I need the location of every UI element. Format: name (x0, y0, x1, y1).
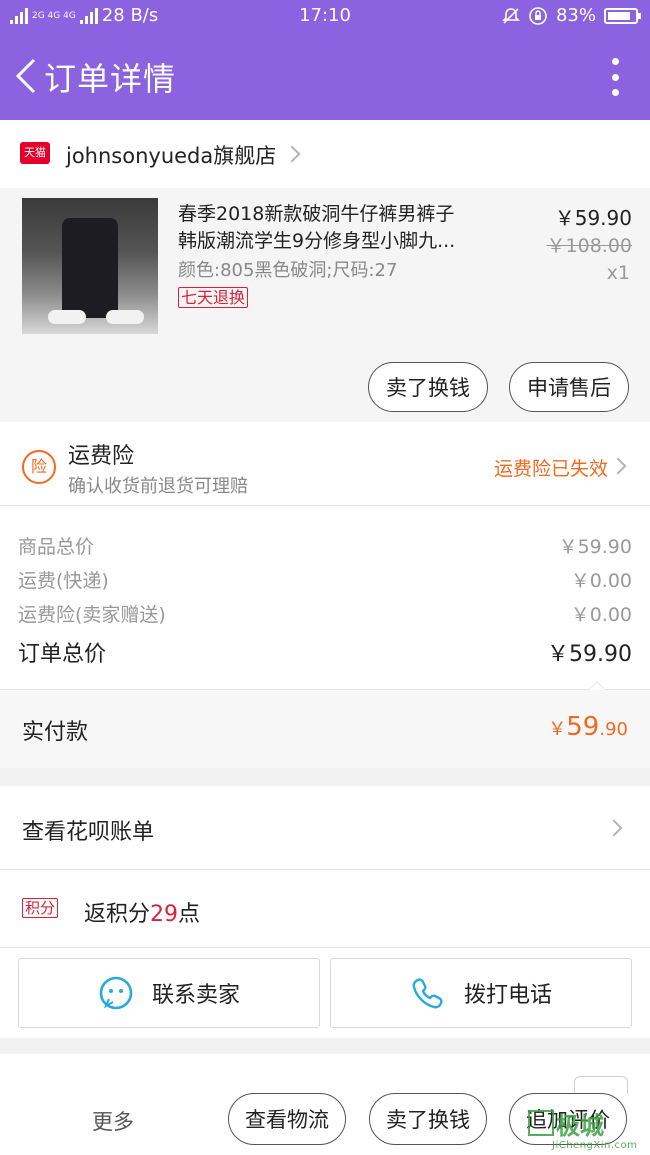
resell-bottom-button[interactable]: 卖了换钱 (369, 1093, 487, 1145)
title-bar: 订单详情 (0, 32, 650, 120)
after-sales-button[interactable]: 申请售后 (509, 362, 629, 412)
product-image[interactable] (22, 198, 158, 334)
product-original-price: ￥108.00 (546, 235, 632, 257)
watermark-logo-icon (528, 1110, 554, 1136)
product-title-line2: 韩版潮流学生9分修身型小脚九... (178, 230, 456, 252)
view-logistics-button[interactable]: 查看物流 (228, 1093, 346, 1145)
order-total-label: 订单总价 (18, 642, 107, 667)
points-tag: 积分 (22, 898, 59, 918)
phone-icon (412, 978, 443, 1009)
paid-amount: ￥59.90 (548, 712, 628, 742)
battery-icon (604, 7, 641, 24)
cost-label: 运费(快递) (18, 570, 109, 592)
back-arrow-icon[interactable] (12, 56, 40, 96)
page-title: 订单详情 (44, 60, 177, 98)
shipping-insurance-row[interactable]: 险 运费险 确认收货前退货可理赔 运费险已失效 (0, 422, 650, 506)
cost-breakdown: 商品总价 ￥59.90 运费(快递) ￥0.00 运费险(卖家赠送) ￥0.00… (0, 506, 650, 701)
product-price: ￥59.90 (554, 206, 632, 230)
more-menu-icon[interactable] (612, 58, 620, 96)
insurance-status: 运费险已失效 (493, 458, 608, 480)
paid-label: 实付款 (22, 720, 89, 745)
seven-day-return-badge: 七天退换 (178, 287, 249, 308)
bottom-action-bar: 更多 查看物流 卖了换钱 追加评价 极城 JiChengXin.com (0, 1054, 650, 1155)
chevron-right-icon (283, 145, 301, 163)
call-phone-label: 拨打电话 (463, 983, 552, 1008)
status-bar: 2G 4G 4G 28 B/s 17:10 83% (0, 0, 650, 32)
site-watermark: 极城 JiChengXin.com (526, 1106, 644, 1154)
cost-value: ￥0.00 (570, 604, 632, 626)
product-quantity: x1 (606, 262, 630, 284)
product-spec: 颜色:805黑色破洞;尺码:27 (178, 260, 398, 281)
product-card[interactable]: 春季2018新款破洞牛仔裤男裤子 韩版潮流学生9分修身型小脚九... 颜色:80… (0, 188, 650, 422)
points-row: 积分 返积分29点 (0, 870, 650, 948)
paid-currency: ￥ (548, 719, 567, 740)
cost-row: 运费险(卖家赠送) ￥0.00 (18, 600, 632, 627)
chevron-right-icon (605, 819, 623, 837)
cost-row: 商品总价 ￥59.90 (18, 532, 632, 559)
insurance-subtitle: 确认收货前退货可理赔 (68, 476, 248, 497)
tmall-logo-icon: 天猫 (20, 142, 50, 164)
chevron-right-icon (609, 457, 627, 475)
paid-amount-row: 实付款 ￥59.90 (0, 690, 650, 768)
huabei-label: 查看花呗账单 (22, 820, 155, 845)
product-title: 春季2018新款破洞牛仔裤男裤子 韩版潮流学生9分修身型小脚九... (178, 201, 498, 255)
points-amount: 29 (150, 902, 179, 927)
points-text: 返积分29点 (84, 896, 200, 928)
contact-seller-button[interactable]: 联系卖家 (18, 958, 320, 1028)
cost-value: ￥59.90 (558, 536, 632, 558)
contact-seller-label: 联系卖家 (151, 983, 240, 1008)
shop-name: johnsonyueda旗舰店 (66, 144, 277, 168)
contact-bar: 联系卖家 拨打电话 (0, 948, 650, 1038)
cost-label: 商品总价 (18, 536, 95, 558)
chat-face-icon (99, 976, 133, 1010)
order-total-value: ￥59.90 (547, 642, 632, 667)
mute-bell-icon (502, 7, 520, 24)
order-total-row: 订单总价 ￥59.90 (18, 636, 632, 668)
paid-integer: 59 (566, 712, 600, 742)
cost-label: 运费险(卖家赠送) (18, 604, 166, 626)
insurance-icon: 险 (22, 450, 56, 484)
more-button[interactable]: 更多 (92, 1106, 134, 1136)
scroll-tab[interactable] (574, 1076, 628, 1094)
call-phone-button[interactable]: 拨打电话 (330, 958, 632, 1028)
watermark-url: JiChengXin.com (552, 1140, 638, 1151)
huabei-bill-row[interactable]: 查看花呗账单 (0, 786, 650, 870)
watermark-brand: 极城 (556, 1112, 604, 1140)
rotation-lock-icon (529, 6, 547, 25)
cost-value: ￥0.00 (570, 570, 632, 592)
resell-button[interactable]: 卖了换钱 (368, 362, 488, 412)
shop-row[interactable]: 天猫 johnsonyueda旗舰店 (0, 120, 650, 188)
points-prefix: 返积分 (84, 902, 151, 927)
battery-percent: 83% (555, 5, 596, 26)
points-suffix: 点 (178, 902, 201, 927)
cost-row: 运费(快递) ￥0.00 (18, 566, 632, 593)
product-title-line1: 春季2018新款破洞牛仔裤男裤子 (178, 203, 455, 225)
paid-decimal: .90 (599, 719, 628, 740)
insurance-title: 运费险 (68, 444, 135, 469)
